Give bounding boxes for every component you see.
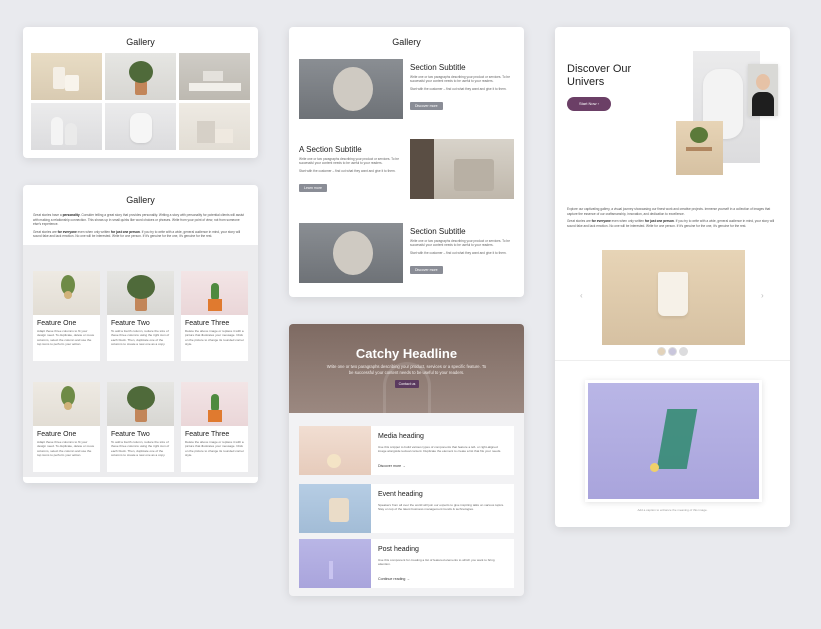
framed-image-glass — [588, 383, 759, 499]
feature-image-plant — [107, 382, 174, 426]
carousel-thumb[interactable] — [668, 347, 677, 356]
media-desc: Use this snippet to build various types … — [378, 445, 502, 454]
feature-image-plant — [107, 271, 174, 315]
feature-desc: To add a fourth column, reduce the size … — [111, 440, 170, 457]
carousel-thumbnails — [657, 347, 688, 356]
carousel-next-icon[interactable]: › — [761, 291, 764, 300]
gallery-grid-card: Gallery — [23, 27, 258, 158]
discover-headline: Discover Our Univers — [567, 63, 632, 88]
contact-us-button[interactable]: Contact us — [395, 380, 419, 388]
media-item: Media heading Use this snippet to build … — [299, 426, 514, 475]
feature-image-hanging-plant — [33, 271, 100, 315]
gallery-title: Gallery — [126, 37, 155, 47]
post-desc: Use this component for creating a list o… — [378, 558, 495, 567]
media-title: Media heading — [378, 433, 424, 440]
gallery-title: Gallery — [126, 195, 155, 205]
discover-more-button[interactable]: Discover more — [410, 266, 443, 275]
section-desc: Start with the customer – find out what … — [410, 250, 507, 255]
section-desc: Start with the customer – find out what … — [299, 168, 396, 173]
feature-title: Feature One — [37, 320, 77, 327]
feature-row-2: Feature One Adapt these three columns to… — [33, 382, 248, 472]
discover-more-link[interactable]: Discover more → — [378, 464, 406, 468]
feature-desc: Delete the above image or replace it wit… — [185, 329, 244, 346]
post-image — [299, 539, 371, 588]
hero-subtitle: Write one or two paragraphs describing y… — [326, 364, 487, 375]
gallery-image-speaker[interactable] — [105, 103, 176, 150]
section-image-speaker — [299, 223, 403, 283]
gallery-image-blocks[interactable] — [179, 103, 250, 150]
section-title: Section Subtitle — [410, 63, 466, 72]
discover-card: Discover Our Univers Start Now › Explore… — [555, 27, 790, 527]
event-image — [299, 484, 371, 533]
hero-banner: Catchy Headline Write one or two paragra… — [289, 324, 524, 413]
gallery-intro-text: Explore our captivating gallery, a visua… — [567, 207, 775, 228]
feature-title: Feature Three — [185, 320, 230, 327]
feature-desc: Delete the above image or replace it wit… — [185, 440, 244, 457]
post-title: Post heading — [378, 546, 419, 553]
feature-desc: Adapt these three columns to fit your de… — [37, 329, 95, 346]
section-title: A Section Subtitle — [299, 145, 362, 154]
feature-card: Feature One Adapt these three columns to… — [33, 271, 100, 361]
event-desc: Speakers from all over the world will jo… — [378, 503, 505, 512]
feature-card: Feature One Adapt these three columns to… — [33, 382, 100, 472]
section-desc: Start with the customer – find out what … — [410, 86, 507, 91]
gallery-image-candles[interactable] — [31, 53, 102, 100]
section-row: A Section Subtitle Write one or two para… — [299, 139, 514, 199]
feature-image-cactus — [181, 382, 248, 426]
discover-more-button[interactable]: Discover more — [410, 102, 443, 111]
headline-card: Catchy Headline Write one or two paragra… — [289, 324, 524, 596]
section-desc: Write one or two paragraphs describing y… — [410, 75, 510, 84]
section-title: Section Subtitle — [410, 227, 466, 236]
section-image-speaker — [299, 59, 403, 119]
hero-headline: Catchy Headline — [355, 346, 458, 361]
continue-reading-link[interactable]: Continue reading → — [378, 577, 410, 581]
avatar — [748, 64, 778, 116]
feature-title: Feature Three — [185, 431, 230, 438]
gallery-features-card: Gallery Great stories have a personality… — [23, 185, 258, 483]
section-row: Section Subtitle Write one or two paragr… — [299, 223, 514, 283]
carousel-thumb[interactable] — [679, 347, 688, 356]
feature-image-hanging-plant — [33, 382, 100, 426]
media-image — [299, 426, 371, 475]
sections-card: Gallery Section Subtitle Write one or tw… — [289, 27, 524, 297]
feature-row-1: Feature One Adapt these three columns to… — [33, 271, 248, 361]
feature-card: Feature Three Delete the above image or … — [181, 382, 248, 472]
feature-image-cactus — [181, 271, 248, 315]
feature-title: Feature One — [37, 431, 77, 438]
feature-card: Feature Two To add a fourth column, redu… — [107, 271, 174, 361]
feature-title: Feature Two — [111, 431, 150, 438]
divider — [555, 360, 790, 361]
image-caption: Add a caption to enhance the meaning of … — [637, 508, 708, 512]
section-image-bag — [410, 139, 514, 199]
learn-more-button[interactable]: Learn more — [299, 184, 327, 193]
section-row: Section Subtitle Write one or two paragr… — [299, 59, 514, 119]
feature-desc: To add a fourth column, reduce the size … — [111, 329, 170, 346]
carousel-prev-icon[interactable]: ‹ — [580, 291, 583, 300]
feature-title: Feature Two — [111, 320, 150, 327]
feature-desc: Adapt these three columns to fit your de… — [37, 440, 95, 457]
gallery-title: Gallery — [392, 37, 421, 47]
section-desc: Write one or two paragraphs describing y… — [410, 239, 510, 248]
carousel-image-cup — [602, 250, 745, 345]
hero-image-room — [676, 121, 723, 175]
gallery-image-vases[interactable] — [31, 103, 102, 150]
section-desc: Write one or two paragraphs describing y… — [299, 157, 399, 166]
event-item: Event heading Speakers from all over the… — [299, 484, 514, 533]
feature-card: Feature Three Delete the above image or … — [181, 271, 248, 361]
feature-card: Feature Two To add a fourth column, redu… — [107, 382, 174, 472]
gallery-image-grid — [31, 53, 250, 150]
carousel-thumb[interactable] — [657, 347, 666, 356]
framed-image — [585, 380, 762, 502]
gallery-image-plant[interactable] — [105, 53, 176, 100]
gallery-image-box[interactable] — [179, 53, 250, 100]
start-now-button[interactable]: Start Now › — [567, 97, 611, 111]
event-title: Event heading — [378, 491, 423, 498]
post-item: Post heading Use this component for crea… — [299, 539, 514, 588]
story-text: Great stories have a personality. Consid… — [33, 213, 244, 239]
